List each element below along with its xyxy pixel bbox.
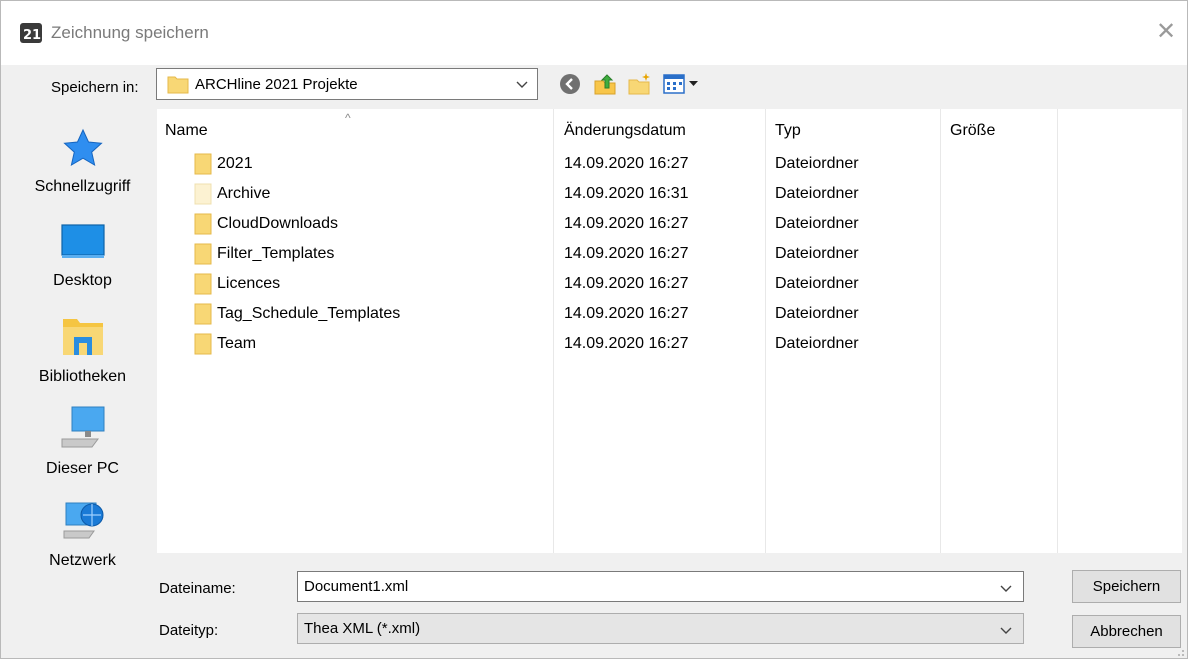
column-header-size[interactable]: Größe bbox=[950, 121, 995, 141]
file-name: 2021 bbox=[217, 155, 253, 172]
file-date: 14.09.2020 16:27 bbox=[564, 155, 689, 172]
close-icon: ✕ bbox=[1155, 18, 1177, 45]
file-type: Dateiordner bbox=[775, 305, 859, 322]
file-date: 14.09.2020 16:27 bbox=[564, 305, 689, 322]
file-date: 14.09.2020 16:27 bbox=[564, 245, 689, 262]
sort-ascending-icon: ^ bbox=[345, 111, 351, 125]
file-type: Dateiordner bbox=[775, 185, 859, 202]
file-row[interactable]: Archive 14.09.2020 16:31 Dateiordner bbox=[157, 179, 1182, 209]
file-name: CloudDownloads bbox=[217, 215, 338, 232]
filename-input[interactable]: Document1.xml bbox=[304, 577, 408, 597]
resize-grip-icon[interactable] bbox=[1173, 645, 1185, 657]
folder-icon bbox=[194, 273, 212, 295]
place-network[interactable]: Netzwerk bbox=[12, 497, 153, 570]
column-header-name[interactable]: Name bbox=[165, 121, 208, 141]
file-name: Tag_Schedule_Templates bbox=[217, 305, 401, 322]
title-bar: 21 Zeichnung speichern ✕ bbox=[1, 1, 1187, 65]
filename-combobox[interactable]: Document1.xml bbox=[297, 571, 1024, 602]
file-type: Dateiordner bbox=[775, 245, 859, 262]
folder-icon bbox=[167, 76, 189, 94]
computer-icon bbox=[61, 406, 104, 448]
folder-icon bbox=[194, 243, 212, 265]
column-header-type[interactable]: Typ bbox=[775, 121, 801, 141]
place-quick-access[interactable]: Schnellzugriff bbox=[12, 127, 153, 196]
file-date: 14.09.2020 16:27 bbox=[564, 215, 689, 232]
back-icon[interactable] bbox=[557, 71, 583, 97]
file-row[interactable]: CloudDownloads 14.09.2020 16:27 Dateiordne… bbox=[157, 209, 1182, 239]
places-bar: Schnellzugriff Desktop Bibliotheken Dies… bbox=[12, 109, 153, 583]
file-type: Dateiordner bbox=[775, 155, 859, 172]
file-type: Dateiordner bbox=[775, 215, 859, 232]
place-libraries[interactable]: Bibliotheken bbox=[12, 313, 153, 386]
place-label: Bibliotheken bbox=[38, 368, 127, 385]
folder-icon bbox=[194, 183, 212, 205]
file-name: Archive bbox=[217, 185, 271, 202]
filename-label: Dateiname: bbox=[159, 580, 236, 597]
close-button[interactable]: ✕ bbox=[1151, 17, 1181, 47]
svg-text:21: 21 bbox=[23, 28, 41, 43]
folder-icon bbox=[194, 303, 212, 325]
chevron-down-icon[interactable] bbox=[999, 581, 1013, 595]
file-name: Licences bbox=[217, 275, 281, 292]
file-date: 14.09.2020 16:31 bbox=[564, 185, 689, 202]
view-menu-icon[interactable] bbox=[662, 71, 702, 97]
folder-icon bbox=[194, 213, 212, 235]
folder-icon bbox=[194, 333, 212, 355]
file-type: Dateiordner bbox=[775, 275, 859, 292]
desktop-icon bbox=[60, 224, 105, 258]
place-label: Netzwerk bbox=[49, 552, 116, 569]
save-dialog: 21 Zeichnung speichern ✕ Speichern in: A… bbox=[0, 0, 1188, 659]
network-icon bbox=[63, 502, 103, 539]
file-row[interactable]: 2021 14.09.2020 16:27 Dateiordner bbox=[157, 149, 1182, 179]
file-name: Team bbox=[217, 335, 257, 352]
libraries-icon bbox=[62, 319, 103, 355]
folder-icon bbox=[194, 153, 212, 175]
file-date: 14.09.2020 16:27 bbox=[564, 275, 689, 292]
up-folder-icon[interactable] bbox=[592, 71, 618, 97]
place-label: Dieser PC bbox=[46, 460, 119, 477]
star-icon bbox=[62, 128, 103, 167]
file-date: 14.09.2020 16:27 bbox=[564, 335, 689, 352]
filetype-dropdown[interactable]: Thea XML (*.xml) bbox=[297, 613, 1024, 644]
file-row[interactable]: Team 14.09.2020 16:27 Dateiordner bbox=[157, 329, 1182, 359]
column-header-date[interactable]: Änderungsdatum bbox=[564, 121, 686, 141]
place-desktop[interactable]: Desktop bbox=[12, 221, 153, 290]
cancel-button[interactable]: Abbrechen bbox=[1072, 615, 1181, 648]
save-in-value: ARCHline 2021 Projekte bbox=[195, 76, 358, 93]
save-button[interactable]: Speichern bbox=[1072, 570, 1181, 603]
filetype-label: Dateityp: bbox=[159, 622, 219, 639]
file-list: ^ Name Änderungsdatum Typ Größe 2021 14.0… bbox=[157, 109, 1182, 553]
save-in-dropdown[interactable]: ARCHline 2021 Projekte bbox=[156, 68, 538, 100]
file-row[interactable]: Tag_Schedule_Templates 14.09.2020 16:27 Da… bbox=[157, 299, 1182, 329]
chevron-down-icon bbox=[1000, 627, 1012, 634]
new-folder-icon[interactable] bbox=[627, 71, 653, 97]
save-in-label: Speichern in: bbox=[51, 79, 139, 96]
file-name: Filter_Templates bbox=[217, 245, 335, 262]
place-label: Schnellzugriff bbox=[34, 178, 131, 195]
place-this-pc[interactable]: Dieser PC bbox=[12, 405, 153, 478]
archline-app-icon: 21 bbox=[20, 23, 42, 43]
file-row[interactable]: Licences 14.09.2020 16:27 Dateiordner bbox=[157, 269, 1182, 299]
window-title: Zeichnung speichern bbox=[51, 23, 209, 42]
place-label: Desktop bbox=[53, 272, 112, 289]
filetype-value: Thea XML (*.xml) bbox=[304, 620, 421, 637]
file-row[interactable]: Filter_Templates 14.09.2020 16:27 Dateiord… bbox=[157, 239, 1182, 269]
chevron-down-icon bbox=[516, 81, 528, 88]
file-type: Dateiordner bbox=[775, 335, 859, 352]
